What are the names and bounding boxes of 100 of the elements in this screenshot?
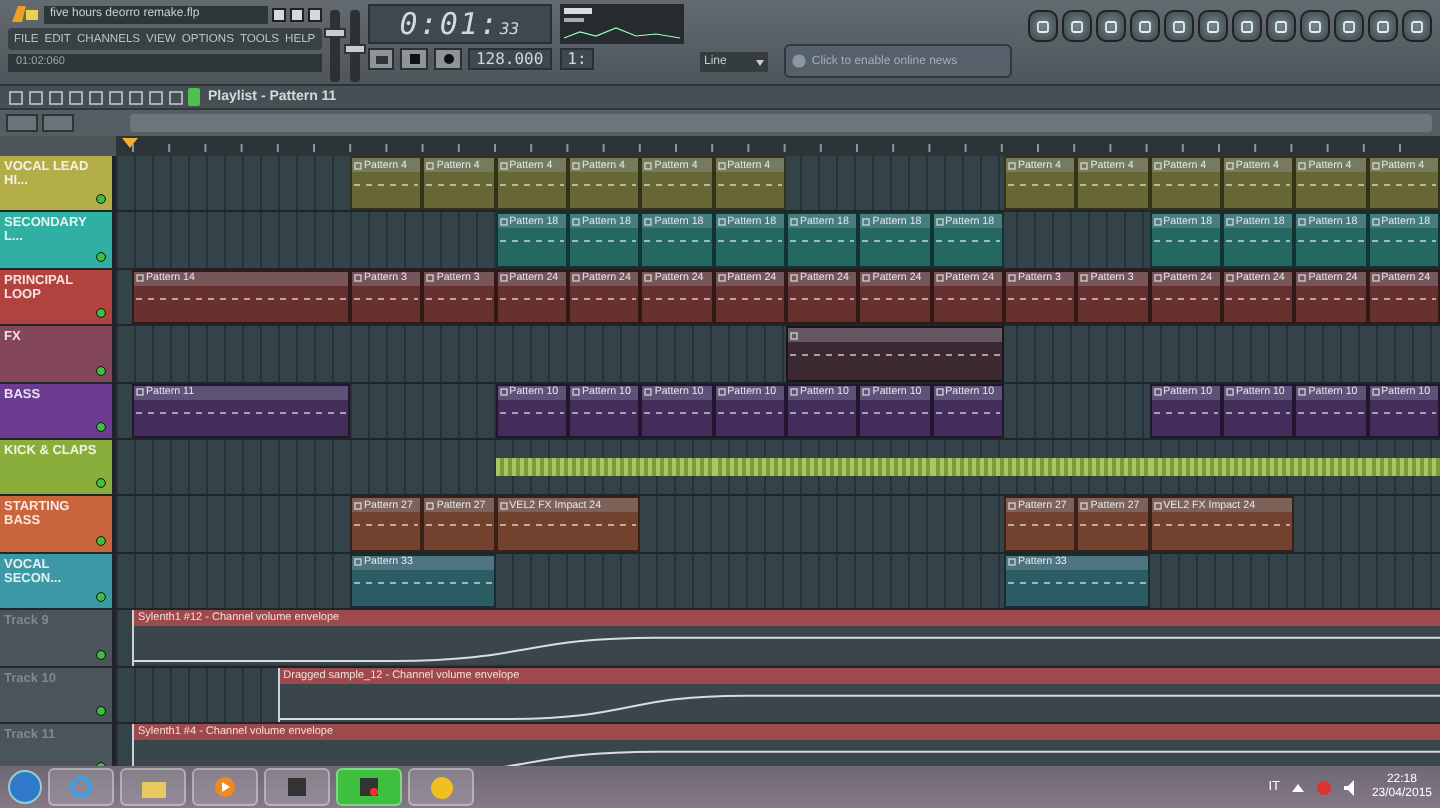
- clip-menu-icon[interactable]: [1153, 274, 1162, 283]
- clip-menu-icon[interactable]: [862, 217, 871, 226]
- drum-clip[interactable]: [1076, 457, 1150, 477]
- clip-menu-icon[interactable]: [426, 274, 435, 283]
- slider-thumb[interactable]: [343, 44, 366, 55]
- track-led-icon[interactable]: [96, 365, 106, 376]
- clip-menu-icon[interactable]: [789, 274, 798, 283]
- drum-clip[interactable]: [1294, 457, 1368, 477]
- clip-menu-icon[interactable]: [499, 217, 508, 226]
- clip-menu-icon[interactable]: [499, 161, 508, 169]
- clip-menu-icon[interactable]: [1225, 274, 1234, 283]
- clip-menu-icon[interactable]: [571, 217, 580, 226]
- start-icon[interactable]: [8, 770, 42, 804]
- clip-menu-icon[interactable]: [789, 217, 798, 226]
- clip-menu-icon[interactable]: [426, 501, 435, 510]
- clip-menu-icon[interactable]: [1007, 501, 1016, 510]
- clip-menu-icon[interactable]: [1225, 161, 1234, 169]
- clip-menu-icon[interactable]: [499, 274, 508, 283]
- sample-clip[interactable]: [785, 326, 1004, 382]
- close-button[interactable]: [307, 7, 322, 21]
- clip-menu-icon[interactable]: [1371, 161, 1380, 169]
- tool-button[interactable]: [42, 114, 74, 132]
- clip-menu-icon[interactable]: [354, 274, 362, 283]
- clip-menu-icon[interactable]: [353, 501, 362, 510]
- view-button[interactable]: [6, 114, 38, 132]
- drum-clip[interactable]: [495, 457, 568, 477]
- clip-menu-icon[interactable]: [644, 161, 653, 169]
- clip-menu-icon[interactable]: [1153, 217, 1162, 226]
- clip-menu-icon[interactable]: [571, 388, 580, 397]
- clip-menu-icon[interactable]: [1225, 217, 1234, 226]
- clip-menu-icon[interactable]: [1298, 161, 1307, 169]
- clip-menu-icon[interactable]: [1298, 217, 1307, 226]
- clip-menu-icon[interactable]: [499, 501, 508, 510]
- clip-menu-icon[interactable]: [1007, 274, 1016, 283]
- track-led-icon[interactable]: [96, 251, 106, 262]
- track-led-icon[interactable]: [96, 421, 106, 432]
- drum-clip[interactable]: [1003, 457, 1077, 477]
- clip-menu-icon[interactable]: [1298, 388, 1307, 397]
- clip-menu-icon[interactable]: [717, 161, 726, 169]
- clip-menu-icon[interactable]: [1080, 501, 1089, 510]
- clip-menu-icon[interactable]: [644, 217, 653, 226]
- clip-menu-icon[interactable]: [1007, 558, 1016, 567]
- track-led-icon[interactable]: [96, 705, 106, 716]
- clip-menu-icon[interactable]: [717, 217, 726, 226]
- clip-menu-icon[interactable]: [1080, 161, 1089, 169]
- taskbar-button[interactable]: [336, 768, 402, 806]
- drum-clip[interactable]: [640, 457, 714, 477]
- clip-menu-icon[interactable]: [1153, 161, 1162, 169]
- drum-clip[interactable]: [567, 457, 641, 477]
- clip-menu-icon[interactable]: [136, 388, 144, 397]
- clip-menu-icon[interactable]: [1225, 388, 1234, 397]
- record-button[interactable]: [434, 48, 462, 70]
- pattern-mode-button[interactable]: [367, 48, 395, 70]
- clip-menu-icon[interactable]: [1080, 274, 1089, 283]
- clip-menu-icon[interactable]: [862, 274, 871, 283]
- drum-clip[interactable]: [713, 457, 786, 477]
- clip-menu-icon[interactable]: [571, 161, 580, 169]
- clip-menu-icon[interactable]: [1153, 501, 1162, 510]
- clip-menu-icon[interactable]: [644, 274, 653, 283]
- clip-menu-icon[interactable]: [1371, 217, 1380, 226]
- clip-menu-icon[interactable]: [353, 161, 362, 169]
- clip-menu-icon[interactable]: [717, 388, 726, 397]
- drum-clip[interactable]: [785, 457, 859, 477]
- taskbar-button[interactable]: [264, 768, 330, 806]
- clip-menu-icon[interactable]: [1298, 274, 1307, 283]
- clip-menu-icon[interactable]: [136, 274, 144, 283]
- pitch-slider[interactable]: [349, 10, 360, 82]
- track-led-icon[interactable]: [96, 194, 106, 205]
- clip-menu-icon[interactable]: [862, 388, 871, 397]
- clip-menu-icon[interactable]: [789, 331, 798, 340]
- clip-menu-icon[interactable]: [1371, 388, 1380, 397]
- clip-menu-icon[interactable]: [644, 388, 653, 397]
- track-led-icon[interactable]: [96, 535, 106, 546]
- clip-menu-icon[interactable]: [717, 274, 726, 283]
- clip-menu-icon[interactable]: [571, 274, 580, 283]
- drum-clip[interactable]: [1221, 457, 1295, 477]
- clip-menu-icon[interactable]: [935, 388, 944, 397]
- drum-clip[interactable]: [1367, 457, 1440, 477]
- track-led-icon[interactable]: [96, 478, 106, 489]
- clip-menu-icon[interactable]: [426, 161, 435, 169]
- caret-icon[interactable]: [1291, 781, 1304, 793]
- clip-menu-icon[interactable]: [935, 217, 944, 226]
- clip-menu-icon[interactable]: [1153, 388, 1162, 397]
- stop-button[interactable]: [400, 48, 429, 70]
- drum-clip[interactable]: [1149, 457, 1222, 477]
- minimize-button[interactable]: [271, 7, 286, 21]
- clip-menu-icon[interactable]: [789, 388, 798, 397]
- volume-slider[interactable]: [329, 10, 340, 82]
- track-led-icon[interactable]: [96, 649, 106, 660]
- drum-clip[interactable]: [931, 457, 1004, 477]
- drum-clip[interactable]: [858, 457, 932, 477]
- maximize-button[interactable]: [289, 7, 304, 21]
- slider-thumb[interactable]: [323, 28, 346, 39]
- clip-menu-icon[interactable]: [499, 388, 508, 397]
- speaker-icon[interactable]: [1343, 779, 1360, 795]
- track-led-icon[interactable]: [96, 308, 106, 319]
- clip-menu-icon[interactable]: [353, 558, 362, 567]
- clip-menu-icon[interactable]: [1007, 161, 1016, 169]
- clip-menu-icon[interactable]: [935, 274, 944, 283]
- clip-menu-icon[interactable]: [1371, 274, 1380, 283]
